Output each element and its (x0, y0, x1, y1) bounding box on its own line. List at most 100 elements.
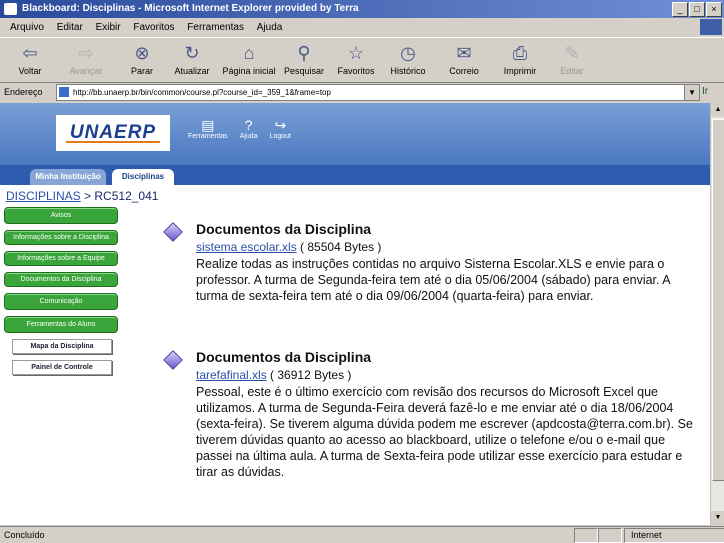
forward-arrow-icon: ⇨ (78, 43, 94, 63)
breadcrumb-disciplinas-link[interactable]: DISCIPLINAS (6, 189, 81, 203)
menu-bar: Arquivo Editar Exibir Favoritos Ferramen… (0, 19, 724, 36)
breadcrumb: DISCIPLINAS > RC512_041 (6, 189, 158, 203)
status-text: Concluído (4, 530, 45, 540)
scroll-down-icon[interactable]: ▼ (711, 511, 724, 525)
page-icon (59, 87, 69, 97)
close-button[interactable]: × (706, 2, 722, 17)
history-label: Histórico (390, 66, 426, 76)
document-file-link[interactable]: tarefafinal.xls (196, 368, 267, 382)
status-segment (598, 528, 622, 543)
refresh-label: Atualizar (174, 66, 210, 76)
back-arrow-icon: ⇦ (22, 43, 38, 63)
nav-painel-controle[interactable]: Painel de Controle (12, 360, 112, 375)
logout-label: Logout (269, 133, 292, 140)
document-title: Documentos da Disciplina (196, 349, 372, 365)
menu-favoritos[interactable]: Favoritos (133, 22, 174, 33)
document-description: Realize todas as instruções contidas no … (196, 257, 670, 303)
search-button[interactable]: ⚲ Pesquisar (280, 42, 328, 76)
nav-mapa-disciplina[interactable]: Mapa da Disciplina (12, 339, 112, 354)
document-description: Pessoal, este é o último exercício com r… (196, 385, 693, 479)
logout-icon: ↪ (274, 117, 287, 133)
mail-button[interactable]: ✉ Correio (440, 42, 488, 76)
edit-button[interactable]: ✎ Editar (548, 42, 596, 76)
logout-link[interactable]: ↪ Logout (270, 117, 291, 140)
help-link[interactable]: ? Ajuda (240, 117, 258, 140)
breadcrumb-separator: > (80, 189, 95, 203)
edit-label: Editar (560, 66, 584, 76)
menu-ajuda[interactable]: Ajuda (257, 22, 283, 33)
nav-info-disciplina[interactable]: Informações sobre a Disciplina (4, 230, 118, 245)
window-titlebar: Blackboard: Disciplinas - Microsoft Inte… (0, 0, 724, 18)
status-bar: Concluído Internet (0, 526, 724, 543)
forward-button[interactable]: ⇨ Avançar (62, 42, 110, 76)
security-zone: Internet (624, 528, 724, 543)
forward-label: Avançar (69, 66, 103, 76)
search-label: Pesquisar (283, 66, 325, 76)
history-button[interactable]: ◷ Histórico (384, 42, 432, 76)
nav-documentos[interactable]: Documentos da Disciplina (4, 272, 118, 287)
refresh-button[interactable]: ↻ Atualizar (168, 42, 216, 76)
window-controls: _ □ × (672, 2, 722, 17)
address-url: http://bb.unaerp.br/bin/common/course.pl… (73, 88, 331, 97)
back-button[interactable]: ⇦ Voltar (6, 42, 54, 76)
print-icon: ⎙ (512, 43, 528, 63)
unaerp-logo[interactable]: UNAERP (56, 115, 170, 151)
menu-ferramentas[interactable]: Ferramentas (187, 22, 244, 33)
scroll-thumb[interactable] (712, 119, 724, 481)
maximize-button[interactable]: □ (689, 2, 705, 17)
help-icon: ? (244, 117, 253, 133)
stop-icon: ⊗ (134, 43, 150, 63)
vertical-scrollbar[interactable]: ▲ ▼ (710, 103, 724, 525)
tools-icon: ▤ (201, 117, 215, 133)
mail-label: Correio (449, 66, 479, 76)
menu-editar[interactable]: Editar (57, 22, 83, 33)
address-dropdown-icon[interactable]: ▼ (684, 85, 699, 100)
favorites-button[interactable]: ☆ Favoritos (332, 42, 380, 76)
scroll-up-icon[interactable]: ▲ (711, 103, 724, 117)
tools-label: Ferramentas (188, 133, 228, 140)
document-icon (163, 222, 183, 242)
stop-button[interactable]: ⊗ Parar (118, 42, 166, 76)
menu-exibir[interactable]: Exibir (96, 22, 121, 33)
tools-link[interactable]: ▤ Ferramentas (188, 117, 228, 140)
address-input[interactable]: http://bb.unaerp.br/bin/common/course.pl… (56, 84, 700, 101)
refresh-icon: ↻ (184, 43, 200, 63)
address-label: Endereço (4, 87, 43, 97)
tab-minha-instituicao[interactable]: Minha Instituição (30, 169, 106, 185)
tabs-row: Minha Instituição Disciplinas (0, 165, 710, 185)
history-icon: ◷ (400, 43, 416, 63)
document-icon (163, 350, 183, 370)
address-bar: Endereço http://bb.unaerp.br/bin/common/… (0, 82, 724, 102)
document-file-size: ( 36912 Bytes ) (266, 368, 352, 382)
search-icon: ⚲ (297, 43, 311, 63)
nav-avisos[interactable]: Avisos (4, 207, 118, 224)
ie-app-icon (4, 3, 17, 15)
nav-info-equipe[interactable]: Informações sobre a Equipe (4, 251, 118, 266)
breadcrumb-current: RC512_041 (94, 189, 159, 203)
document-file-link[interactable]: sistema escolar.xls (196, 240, 297, 254)
document-title: Documentos da Disciplina (196, 221, 372, 237)
mail-icon: ✉ (456, 43, 472, 63)
document-file: sistema escolar.xls ( 85504 Bytes ) (196, 240, 381, 254)
favorites-icon: ☆ (347, 43, 365, 63)
status-segment (574, 528, 598, 543)
tab-disciplinas[interactable]: Disciplinas (112, 169, 174, 185)
course-menu: Avisos Informações sobre a Disciplina In… (4, 207, 126, 381)
print-button[interactable]: ⎙ Imprimir (496, 42, 544, 76)
nav-ferramentas-aluno[interactable]: Ferramentas do Aluno (4, 316, 118, 333)
help-label: Ajuda (239, 133, 258, 140)
document-file-size: ( 85504 Bytes ) (296, 240, 382, 254)
print-label: Imprimir (503, 66, 537, 76)
window-title: Blackboard: Disciplinas - Microsoft Inte… (22, 3, 359, 14)
windows-logo-icon (700, 19, 722, 35)
home-button[interactable]: ⌂ Página inicial (220, 42, 278, 76)
favorites-label: Favoritos (337, 66, 375, 76)
menu-arquivo[interactable]: Arquivo (10, 22, 44, 33)
go-button[interactable]: Ir (702, 82, 708, 102)
page-content: UNAERP ▤ Ferramentas ? Ajuda ↪ Logout Mi… (0, 103, 710, 525)
minimize-button[interactable]: _ (672, 2, 688, 17)
edit-icon: ✎ (564, 43, 580, 63)
header-icons: ▤ Ferramentas ? Ajuda ↪ Logout (188, 117, 291, 140)
nav-comunicacao[interactable]: Comunicação (4, 293, 118, 310)
back-label: Voltar (18, 66, 42, 76)
